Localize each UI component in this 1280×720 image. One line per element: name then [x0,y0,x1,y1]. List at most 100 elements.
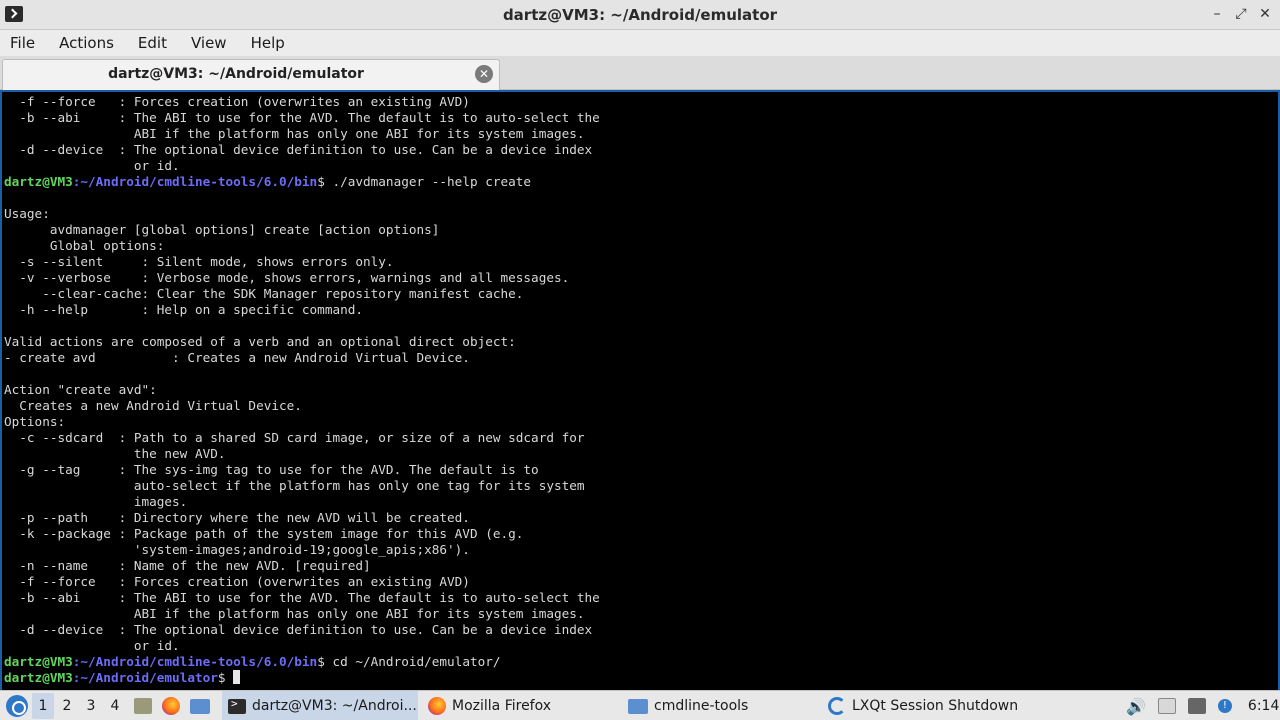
menu-help[interactable]: Help [251,30,295,56]
maximize-button[interactable]: ⤢ [1234,5,1248,23]
line-text: -k --package : Package path of the syste… [4,526,524,541]
line-text: -b --abi : The ABI to use for the AVD. T… [4,110,600,125]
minimize-button[interactable]: – [1210,5,1224,23]
terminal-line: or id. [4,158,600,174]
menu-file[interactable]: File [10,30,45,56]
line-text: -h --help : Help on a specific command. [4,302,364,317]
task-cmdline-tools[interactable]: cmdline-tools [628,691,818,720]
text-cursor [233,670,241,684]
terminal-line: -s --silent : Silent mode, shows errors … [4,254,600,270]
terminal-lines: -f --force : Forces creation (overwrites… [4,94,600,686]
line-text: - create avd : Creates a new Android Vir… [4,350,470,365]
terminal-icon [228,697,246,714]
taskbar: 1 2 3 4 dartz@VM3: ~/Androi... Mozilla F… [0,690,1280,720]
start-menu-icon[interactable] [6,695,28,717]
terminal-line: -v --verbose : Verbose mode, shows error… [4,270,600,286]
terminal-line: avdmanager [global options] create [acti… [4,222,600,238]
window-titlebar[interactable]: dartz@VM3: ~/Android/emulator – ⤢ ✕ [0,0,1280,30]
firefox-launcher-icon[interactable] [162,697,180,715]
task-firefox[interactable]: Mozilla Firefox [426,691,616,720]
terminal-line: the new AVD. [4,446,600,462]
desktop-1-button[interactable]: 1 [32,693,54,719]
clipboard-icon[interactable] [1157,698,1176,714]
clock[interactable]: 6:14 [1248,698,1279,714]
line-text: Valid actions are composed of a verb and… [4,334,516,349]
tab-bar: dartz@VM3: ~/Android/emulator ✕ [0,56,1280,90]
task-label: Mozilla Firefox [452,698,552,714]
line-text: or id. [4,638,180,653]
line-text: Action "create avd": [4,382,157,397]
desktop-3-button[interactable]: 3 [80,693,102,719]
task-label: dartz@VM3: ~/Androi... [252,698,417,714]
tab-terminal[interactable]: dartz@VM3: ~/Android/emulator ✕ [2,59,500,90]
update-notification-icon[interactable]: ! [1217,699,1232,713]
display-icon[interactable] [1187,698,1206,714]
menu-view[interactable]: View [191,30,237,56]
terminal-line: -b --abi : The ABI to use for the AVD. T… [4,110,600,126]
terminal-line: ABI if the platform has only one ABI for… [4,606,600,622]
show-desktop-icon[interactable] [134,698,152,714]
line-text: -v --verbose : Verbose mode, shows error… [4,270,570,285]
terminal-line: -c --sdcard : Path to a shared SD card i… [4,430,600,446]
line-text: Creates a new Android Virtual Device. [4,398,302,413]
line-text: --clear-cache: Clear the SDK Manager rep… [4,286,524,301]
line-text: 'system-images;android-19;google_apis;x8… [4,542,470,557]
line-text: $ [217,670,234,685]
close-button[interactable]: ✕ [1258,5,1272,23]
terminal-line: -d --device : The optional device defini… [4,622,600,638]
line-text: -f --force : Forces creation (overwrites… [4,94,470,109]
terminal-line: -g --tag : The sys-img tag to use for th… [4,462,600,478]
terminal-line: ABI if the platform has only one ABI for… [4,126,600,142]
desktop-2-button[interactable]: 2 [56,693,78,719]
prompt-path: :~/Android/emulator [72,670,218,685]
system-tray: 🔊 ! 6:14 [1126,691,1279,720]
line-text: or id. [4,158,180,173]
line-text: auto-select if the platform has only one… [4,478,585,493]
menu-edit[interactable]: Edit [138,30,177,56]
terminal-line: -f --force : Forces creation (overwrites… [4,94,600,110]
line-text: -d --device : The optional device defini… [4,142,593,157]
task-terminal[interactable]: dartz@VM3: ~/Androi... [222,691,418,720]
terminal-line: 'system-images;android-19;google_apis;x8… [4,542,600,558]
terminal-line: dartz@VM3:~/Android/cmdline-tools/6.0/bi… [4,654,600,670]
line-text: -b --abi : The ABI to use for the AVD. T… [4,590,600,605]
line-text: ABI if the platform has only one ABI for… [4,126,585,141]
terminal-line: dartz@VM3:~/Android/emulator$ [4,670,600,686]
terminal-line: Global options: [4,238,600,254]
terminal-line: dartz@VM3:~/Android/cmdline-tools/6.0/bi… [4,174,600,190]
volume-icon[interactable]: 🔊 [1126,697,1146,716]
terminal-line: Usage: [4,206,600,222]
prompt-path: :~/Android/cmdline-tools/6.0/bin [72,174,318,189]
quicklaunch [134,691,210,720]
lxqt-icon [828,697,846,715]
terminal-line: Options: [4,414,600,430]
terminal-line: images. [4,494,600,510]
task-label: LXQt Session Shutdown [852,698,1019,714]
line-text: images. [4,494,188,509]
desktop-4-button[interactable]: 4 [104,693,126,719]
line-text: Options: [4,414,66,429]
menu-actions[interactable]: Actions [59,30,124,56]
terminal-line: -n --name : Name of the new AVD. [requir… [4,558,600,574]
tab-close-icon[interactable]: ✕ [475,65,493,83]
window-controls: – ⤢ ✕ [1210,5,1272,23]
terminal-line: or id. [4,638,600,654]
task-lxqt-shutdown[interactable]: LXQt Session Shutdown [828,691,1028,720]
tab-label: dartz@VM3: ~/Android/emulator [108,66,364,82]
terminal-line: -p --path : Directory where the new AVD … [4,510,600,526]
line-text: -f --force : Forces creation (overwrites… [4,574,470,589]
line-text: $ ./avdmanager --help create [317,174,532,189]
line-text: ABI if the platform has only one ABI for… [4,606,585,621]
prompt-user: dartz@VM3 [4,654,73,669]
file-manager-launcher-icon[interactable] [190,698,210,714]
line-text: Global options: [4,238,165,253]
terminal-line: --clear-cache: Clear the SDK Manager rep… [4,286,600,302]
line-text: -s --silent : Silent mode, shows errors … [4,254,394,269]
terminal-line: -d --device : The optional device defini… [4,142,600,158]
terminal-output[interactable]: -f --force : Forces creation (overwrites… [0,90,1280,690]
menubar: File Actions Edit View Help [0,30,1280,56]
line-text: -c --sdcard : Path to a shared SD card i… [4,430,585,445]
line-text: -d --device : The optional device defini… [4,622,593,637]
folder-icon [628,698,648,714]
